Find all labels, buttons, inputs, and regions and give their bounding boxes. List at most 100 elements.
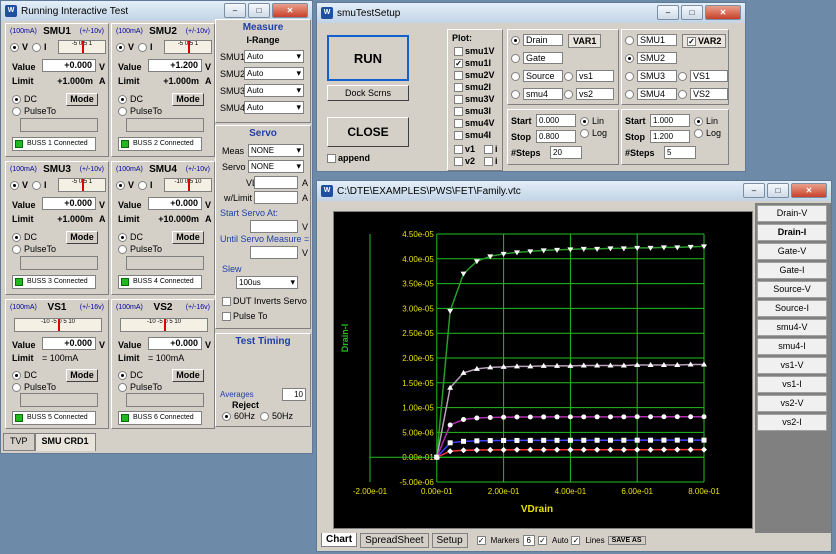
mode-button[interactable]: Mode xyxy=(172,369,204,382)
limit-value[interactable]: +1.000m xyxy=(42,214,96,224)
dc-option[interactable]: DC xyxy=(118,94,143,105)
tab-smu-crd1[interactable]: SMU CRD1 xyxy=(34,433,96,451)
pulse-radio[interactable] xyxy=(12,245,21,255)
var-checkbox[interactable]: ✓ xyxy=(687,37,696,47)
dc-radio[interactable] xyxy=(12,95,21,105)
pulse-radio[interactable] xyxy=(12,383,21,393)
plot-extra[interactable]: i xyxy=(484,156,498,167)
pulse-radio[interactable] xyxy=(12,107,21,117)
voltage-mode-radio[interactable] xyxy=(116,181,125,191)
auto-checkbox[interactable]: ✓ xyxy=(538,535,547,545)
node-radio[interactable] xyxy=(625,54,634,64)
scale-radio[interactable] xyxy=(580,129,589,139)
pulse-radio[interactable] xyxy=(118,383,127,393)
mode-button[interactable]: Mode xyxy=(172,231,204,244)
node-option[interactable]: Drain xyxy=(511,34,563,46)
dc-option[interactable]: DC xyxy=(12,370,37,381)
dut-inverts-row[interactable]: DUT Inverts Servo xyxy=(222,296,307,307)
node-radio[interactable] xyxy=(511,36,520,46)
signal-button[interactable]: smu4-V xyxy=(757,319,827,336)
plot-extra[interactable]: v1 xyxy=(454,144,475,155)
pulse-option[interactable]: PulseTo xyxy=(12,106,56,117)
minimize-button[interactable]: – xyxy=(657,5,679,20)
irange-select[interactable]: Auto xyxy=(244,67,304,80)
tab-setup[interactable]: Setup xyxy=(431,532,468,548)
markers-spinner[interactable]: 6 xyxy=(522,534,535,546)
close-button[interactable]: CLOSE xyxy=(327,117,409,147)
pulse-input[interactable] xyxy=(20,393,98,407)
var-header[interactable]: ✓ VAR2 xyxy=(682,34,727,49)
hz60-option[interactable]: 60Hz xyxy=(222,411,255,422)
append-row[interactable]: append xyxy=(327,153,370,164)
maximize-button[interactable]: □ xyxy=(767,183,789,198)
irange-select[interactable]: Auto xyxy=(244,101,304,114)
vs-option[interactable]: vs1 xyxy=(564,70,614,82)
value-field[interactable]: +0.000 xyxy=(42,59,96,72)
maximize-button[interactable]: □ xyxy=(681,5,703,20)
until-servo-input[interactable] xyxy=(250,246,298,259)
title-bar[interactable]: W Running Interactive Test – □ ✕ xyxy=(1,1,312,21)
node-radio[interactable] xyxy=(625,90,634,100)
close-window-button[interactable]: ✕ xyxy=(272,3,308,18)
current-mode-radio[interactable] xyxy=(138,43,148,53)
sweep-stop-input[interactable]: 1.200 xyxy=(650,130,690,143)
pulse-to-row[interactable]: Pulse To xyxy=(222,311,267,322)
pulse-option[interactable]: PulseTo xyxy=(118,106,162,117)
value-field[interactable]: +1.200 xyxy=(148,59,202,72)
dc-radio[interactable] xyxy=(118,371,127,381)
voltage-mode-radio[interactable] xyxy=(10,43,19,53)
pulse-radio[interactable] xyxy=(118,107,127,117)
voltage-mode-radio[interactable] xyxy=(116,43,125,53)
vs-radio[interactable] xyxy=(678,90,687,100)
close-window-button[interactable]: ✕ xyxy=(705,5,741,20)
save-as-button[interactable]: SAVE AS xyxy=(607,535,646,545)
plot-checkbox[interactable] xyxy=(484,157,493,167)
sweep-steps-input[interactable]: 20 xyxy=(550,146,582,159)
maximize-button[interactable]: □ xyxy=(248,3,270,18)
pulse-input[interactable] xyxy=(126,393,204,407)
signal-button[interactable]: Drain-V xyxy=(757,205,827,222)
current-mode-radio[interactable] xyxy=(32,43,42,53)
node-radio[interactable] xyxy=(511,90,520,100)
signal-button[interactable]: Source-I xyxy=(757,300,827,317)
pulse-option[interactable]: PulseTo xyxy=(118,244,162,255)
plot-checkbox[interactable] xyxy=(454,157,463,167)
plot-checkbox[interactable] xyxy=(454,119,463,129)
scale-log-option[interactable]: Log xyxy=(580,128,607,139)
dc-radio[interactable] xyxy=(118,233,127,243)
node-radio[interactable] xyxy=(511,54,520,64)
start-servo-input[interactable] xyxy=(250,220,298,233)
node-option[interactable]: Gate xyxy=(511,52,563,64)
scale-radio[interactable] xyxy=(580,117,589,127)
tab-tvp[interactable]: TVP xyxy=(3,433,35,451)
signal-button[interactable]: Gate-V xyxy=(757,243,827,260)
mode-button[interactable]: Mode xyxy=(66,369,98,382)
node-radio[interactable] xyxy=(625,36,634,46)
voltage-mode-radio[interactable] xyxy=(10,181,19,191)
lines-checkbox[interactable]: ✓ xyxy=(571,535,581,545)
limit-value[interactable]: +1.000m xyxy=(148,76,202,86)
pulse-option[interactable]: PulseTo xyxy=(12,244,56,255)
vs-radio[interactable] xyxy=(564,72,573,82)
vs-option[interactable]: vs2 xyxy=(564,88,614,100)
wlimit-input[interactable] xyxy=(254,191,298,204)
plot-item[interactable]: smu2I xyxy=(454,82,491,93)
pulse-option[interactable]: PulseTo xyxy=(118,382,162,393)
plot-item[interactable]: smu1V xyxy=(454,46,495,57)
mode-button[interactable]: Mode xyxy=(66,93,98,106)
plot-checkbox[interactable]: ✓ xyxy=(454,59,463,69)
pulse-radio[interactable] xyxy=(118,245,127,255)
vs-option[interactable]: VS2 xyxy=(678,88,728,100)
signal-button[interactable]: vs2-V xyxy=(757,395,827,412)
title-bar[interactable]: WsmuTestSetup – □ ✕ xyxy=(317,3,745,23)
servo-select[interactable]: NONE xyxy=(248,160,304,173)
signal-button[interactable]: vs1-V xyxy=(757,357,827,374)
plot-checkbox[interactable] xyxy=(454,71,463,81)
value-field[interactable]: +0.000 xyxy=(42,197,96,210)
plot-item[interactable]: smu3I xyxy=(454,106,491,117)
irange-select[interactable]: Auto xyxy=(244,84,304,97)
node-option[interactable]: SMU2 xyxy=(625,52,677,64)
limit-value[interactable]: +1.000m xyxy=(42,76,96,86)
sweep-start-input[interactable]: 1.000 xyxy=(650,114,690,127)
pulse-input[interactable] xyxy=(20,256,98,270)
